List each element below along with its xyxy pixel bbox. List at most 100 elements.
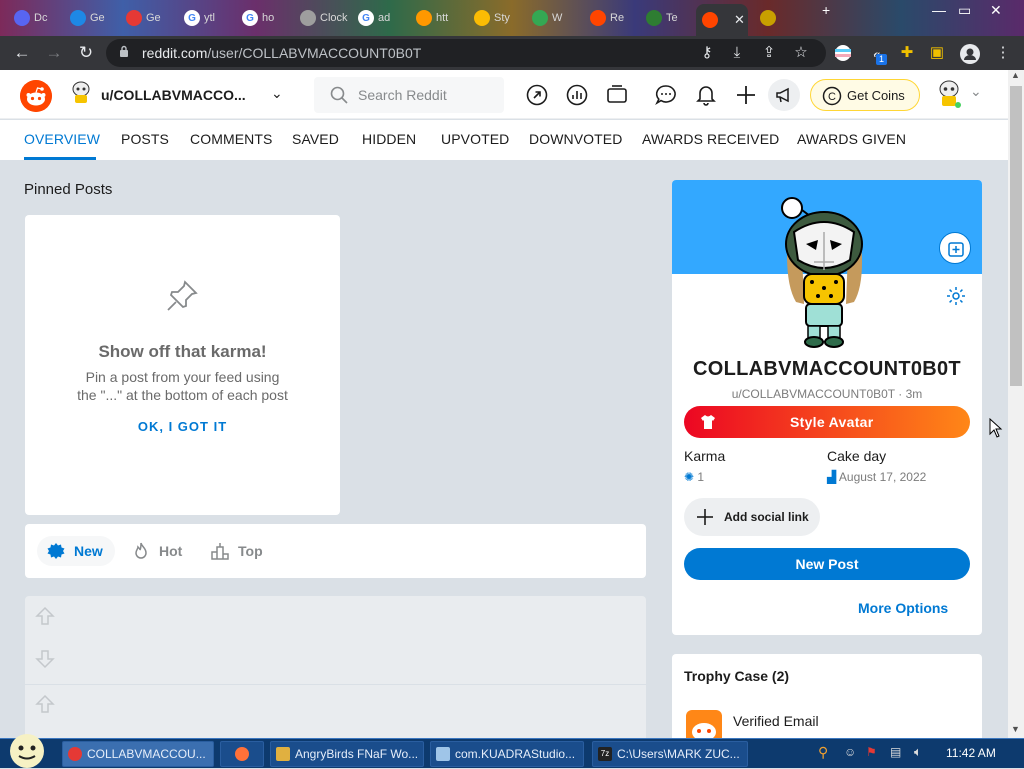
windows-icon <box>70 10 86 26</box>
downvote-arrow-icon[interactable] <box>35 649 55 669</box>
add-banner-button[interactable] <box>939 232 971 264</box>
sort-bar: New Hot Top <box>25 524 646 578</box>
style-avatar-button[interactable]: Style Avatar <box>684 406 970 438</box>
browser-tab[interactable]: Ge <box>120 4 174 32</box>
scroll-up-arrow-icon[interactable]: ▲ <box>1011 70 1020 80</box>
browser-tab[interactable]: Gad <box>352 4 406 32</box>
new-post-button[interactable]: New Post <box>684 548 970 580</box>
teams-icon <box>646 10 662 26</box>
taskbar-task-firefox[interactable] <box>220 741 264 767</box>
share-icon[interactable]: ⇪ <box>760 44 778 62</box>
taskbar-task-angrybirds[interactable]: AngryBirds FNaF Wo... <box>270 741 424 767</box>
search-tray-icon[interactable]: ⚲ <box>818 744 828 761</box>
sort-new-button[interactable]: New <box>37 536 115 566</box>
popular-icon[interactable] <box>526 84 548 106</box>
profile-display-name: COLLABVMACCOUNT0B0T <box>693 358 961 380</box>
scrollbar-thumb[interactable] <box>1010 86 1022 386</box>
address-bar[interactable]: reddit.com/user/COLLABVMACCOUNT0B0T ⚷ ⤓ … <box>106 39 826 67</box>
browser-tab[interactable]: Te <box>640 4 694 32</box>
browser-tab[interactable]: Sty <box>468 4 522 32</box>
chat-icon[interactable] <box>655 84 677 106</box>
profile-card: COLLABVMACCOUNT0B0T u/COLLABVMACCOUNT0B0… <box>672 180 982 635</box>
browser-tab[interactable]: W <box>526 4 580 32</box>
tab-awards-received[interactable]: AWARDS RECEIVED <box>642 131 779 147</box>
tab-upvoted[interactable]: UPVOTED <box>441 131 509 147</box>
taskbar-task-notepad[interactable]: com.KUADRAStudio... <box>430 741 584 767</box>
browser-menu-icon[interactable]: ⋮ <box>994 44 1012 62</box>
browser-tab[interactable] <box>754 4 808 32</box>
pinned-empty-heading: Show off that karma! <box>98 342 267 361</box>
back-icon[interactable]: ← <box>12 43 32 63</box>
user-menu-dropdown[interactable]: ⌄ <box>928 77 998 113</box>
close-window-icon[interactable]: ✕ <box>990 2 1002 19</box>
all-icon[interactable] <box>566 84 588 106</box>
browser-tab[interactable]: Gho <box>236 4 290 32</box>
browser-tab[interactable]: Ge <box>64 4 118 32</box>
install-icon[interactable]: ⤓ <box>728 44 746 62</box>
scroll-down-arrow-icon[interactable]: ▼ <box>1011 724 1020 734</box>
taskbar-clock[interactable]: 11:42 AM <box>946 746 996 760</box>
add-social-link-button[interactable]: Add social link <box>684 498 820 536</box>
maximize-icon[interactable]: ▭ <box>958 2 971 19</box>
search-bar[interactable]: Search Reddit <box>314 77 504 113</box>
chrome-icon <box>474 10 490 26</box>
tab-comments[interactable]: COMMENTS <box>190 131 272 147</box>
tab-posts[interactable]: POSTS <box>121 131 169 147</box>
bookmark-star-icon[interactable]: ☆ <box>792 44 810 62</box>
karma-value: ✺ 1 <box>684 470 705 484</box>
reddit-logo-icon[interactable] <box>20 80 52 112</box>
browser-tab[interactable]: htt <box>410 4 464 32</box>
snoo-avatar[interactable] <box>774 192 874 354</box>
colorful-icon <box>416 10 432 26</box>
video-icon[interactable] <box>606 84 628 106</box>
flag-tray-icon[interactable]: ⚑ <box>866 745 877 759</box>
get-coins-button[interactable]: C Get Coins <box>810 79 920 111</box>
url-path: /user/COLLABVMACCOUNT0B0T <box>207 45 422 61</box>
browser-tab-active[interactable]: ✕ <box>696 4 748 36</box>
smiley-tray-icon[interactable]: ☺ <box>844 745 856 759</box>
forward-icon[interactable]: → <box>44 43 64 63</box>
notification-bell-icon[interactable] <box>695 84 717 106</box>
browser-tab[interactable]: Dc <box>8 4 62 32</box>
browser-tab[interactable]: Clock E <box>294 4 348 32</box>
browser-tab[interactable]: Gytl <box>178 4 232 32</box>
upvote-arrow-icon[interactable] <box>35 694 55 714</box>
more-options-link[interactable]: More Options <box>858 600 948 616</box>
puzzle-icon <box>760 10 776 26</box>
minimize-icon[interactable]: — <box>932 2 946 18</box>
reload-icon[interactable]: ↻ <box>76 43 96 63</box>
tab-downvoted[interactable]: DOWNVOTED <box>529 131 622 147</box>
tab-hidden[interactable]: HIDDEN <box>362 131 416 147</box>
username-label: u/COLLABVMACCO... <box>101 87 246 103</box>
community-user-dropdown[interactable]: u/COLLABVMACCO... ⌄ <box>68 78 292 112</box>
close-tab-icon[interactable]: ✕ <box>734 12 745 28</box>
puzzle-extension-icon[interactable]: ✚ <box>898 44 916 62</box>
cakeday-label: Cake day <box>827 448 887 464</box>
lock-icon <box>120 45 128 57</box>
network-tray-icon[interactable]: ▤ <box>890 745 901 759</box>
sidebar-icon[interactable]: ▣ <box>928 44 946 62</box>
volume-tray-icon[interactable]: 🔈︎ <box>914 744 922 760</box>
start-orb-icon[interactable] <box>6 733 48 769</box>
browser-tab[interactable]: Re <box>584 4 638 32</box>
page-scrollbar[interactable]: ▲ ▼ <box>1008 70 1024 738</box>
coin-icon: C <box>822 86 842 106</box>
new-tab-icon[interactable]: + <box>822 2 830 18</box>
extension-flag-icon[interactable] <box>834 44 852 62</box>
key-icon[interactable]: ⚷ <box>698 44 716 62</box>
taskbar-task-chrome[interactable]: COLLABVMACCOU... <box>62 741 214 767</box>
upvote-arrow-icon[interactable] <box>35 606 55 626</box>
sort-hot-button[interactable]: Hot <box>122 536 192 566</box>
tab-awards-given[interactable]: AWARDS GIVEN <box>797 131 906 147</box>
profile-avatar-icon[interactable] <box>960 44 980 64</box>
advertise-button[interactable] <box>768 79 800 111</box>
sort-top-button[interactable]: Top <box>201 536 271 566</box>
extension-counter-icon[interactable]: 𝒶1 <box>868 44 888 65</box>
gear-icon[interactable] <box>946 286 966 306</box>
search-input[interactable]: Search Reddit <box>358 87 447 103</box>
tab-overview[interactable]: OVERVIEW <box>24 131 100 147</box>
ok-got-it-button[interactable]: OK, I GOT IT <box>25 419 340 434</box>
tab-saved[interactable]: SAVED <box>292 131 339 147</box>
taskbar-task-7zip[interactable]: 7z C:\Users\MARK ZUC... <box>592 741 748 767</box>
create-post-plus-icon[interactable] <box>735 84 757 106</box>
